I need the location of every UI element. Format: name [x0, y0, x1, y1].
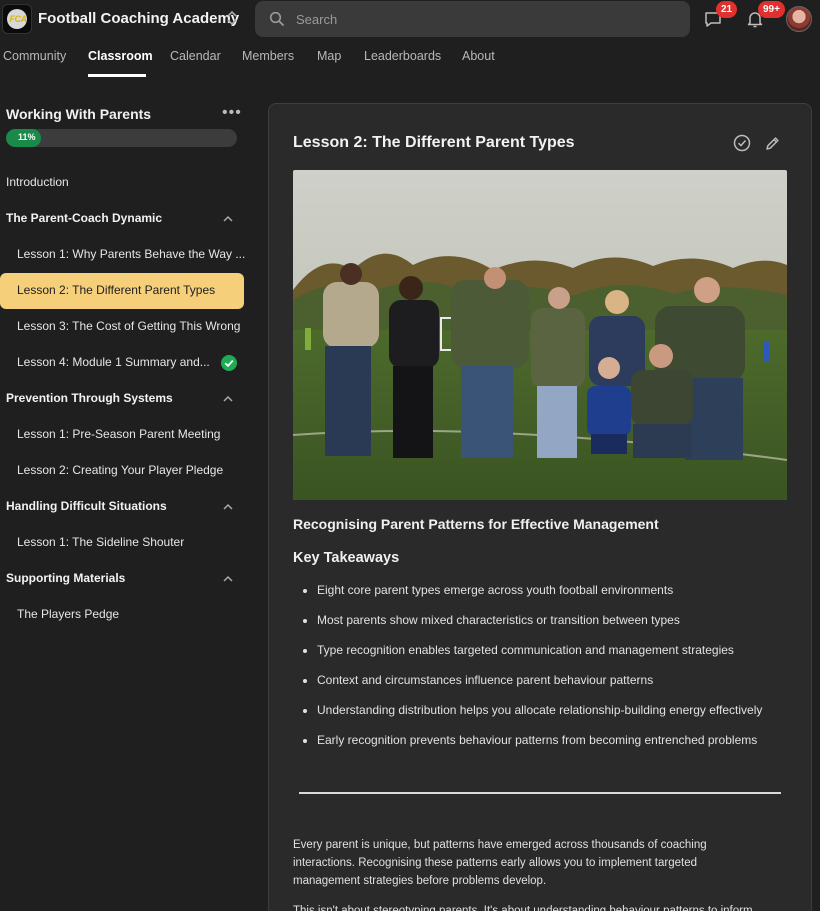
mark-complete-icon[interactable] — [733, 134, 751, 152]
takeaway-item: Type recognition enables targeted commun… — [303, 643, 734, 657]
tab-calendar[interactable]: Calendar — [170, 49, 221, 63]
lesson-subtitle: Recognising Parent Patterns for Effectiv… — [293, 516, 659, 532]
lesson-hero-image — [293, 170, 787, 500]
takeaway-item: Eight core parent types emerge across yo… — [302, 583, 674, 597]
lesson-paragraph: Every parent is unique, but patterns hav… — [293, 839, 707, 887]
sidebar-item-label: Lesson 3: The Cost of Getting This Wrong — [17, 319, 241, 333]
tab-community[interactable]: Community — [3, 49, 66, 63]
takeaway-item: Most parents show mixed characteristics … — [303, 613, 680, 627]
search-icon — [269, 11, 285, 27]
sidebar-item-label: Lesson 1: Pre-Season Parent Meeting — [17, 427, 221, 441]
section-label: The Parent-Coach Dynamic — [6, 211, 163, 225]
sidebar-item-lesson[interactable]: Lesson 2: Creating Your Player Pledge — [0, 453, 244, 489]
course-title: Working With Parents — [6, 106, 152, 122]
takeaway-item: Context and circumstances influence pare… — [302, 673, 654, 687]
section-parent-coach-dynamic[interactable]: The Parent-Coach Dynamic — [0, 201, 244, 237]
chat-count-badge: 21 — [716, 1, 738, 18]
sidebar-item-label: The Players Pedge — [17, 607, 120, 621]
chevron-up-icon[interactable] — [221, 212, 235, 226]
section-label: Supporting Materials — [6, 571, 126, 585]
sidebar-item-label: Introduction — [6, 175, 69, 189]
sidebar-item-lesson[interactable]: Lesson 1: The Sideline Shouter — [0, 525, 244, 561]
lesson-title: Lesson 2: The Different Parent Types — [293, 134, 575, 151]
lesson-paragraph: This isn't about stereotyping parents. I… — [293, 905, 753, 911]
sidebar-item-label: Lesson 2: The Different Parent Types — [17, 283, 216, 297]
sidebar-item-lesson[interactable]: Lesson 4: Module 1 Summary and... — [0, 345, 244, 381]
search-input[interactable] — [296, 1, 676, 37]
notification-count-badge: 99+ — [758, 1, 785, 18]
group-logo[interactable]: FCA — [2, 4, 32, 34]
tab-classroom[interactable]: Classroom — [88, 49, 153, 63]
sidebar-item-current-lesson[interactable]: Lesson 2: The Different Parent Types — [0, 273, 244, 309]
logo-text: FCA — [9, 14, 28, 24]
notifications-button[interactable]: 99+ — [745, 1, 785, 31]
chevron-up-icon[interactable] — [221, 572, 235, 586]
section-prevention-through-systems[interactable]: Prevention Through Systems — [0, 381, 244, 417]
completed-check-icon — [221, 355, 237, 371]
sidebar-item-label: Lesson 2: Creating Your Player Pledge — [17, 463, 224, 477]
active-tab-indicator — [88, 74, 146, 77]
section-supporting-materials[interactable]: Supporting Materials — [0, 561, 244, 597]
more-horizontal-icon[interactable]: ••• — [222, 104, 242, 122]
sidebar-item-lesson[interactable]: Lesson 3: The Cost of Getting This Wrong — [0, 309, 244, 345]
course-progress-bar: 11% — [6, 129, 237, 147]
section-label: Prevention Through Systems — [6, 391, 173, 405]
search-bar[interactable] — [255, 1, 690, 37]
takeaway-item: Early recognition prevents behaviour pat… — [302, 733, 758, 747]
takeaway-item: Understanding distribution helps you all… — [302, 703, 763, 717]
chat-button[interactable]: 21 — [703, 1, 738, 31]
top-bar: FCA Football Coaching Academy 21 99+ — [0, 0, 820, 38]
group-switcher-chevrons-icon[interactable] — [224, 9, 240, 29]
sidebar-item-lesson[interactable]: Lesson 1: Why Parents Behave the Way ... — [0, 237, 246, 273]
main-nav: Community Classroom Calendar Members Map… — [0, 38, 820, 78]
progress-percent: 11% — [18, 132, 36, 142]
user-avatar[interactable] — [786, 6, 812, 32]
section-divider — [299, 792, 781, 794]
tab-members[interactable]: Members — [242, 49, 294, 63]
sidebar-item-lesson[interactable]: Lesson 1: Pre-Season Parent Meeting — [0, 417, 244, 453]
sidebar-item-label: Lesson 1: The Sideline Shouter — [17, 535, 185, 549]
key-takeaways-heading: Key Takeaways — [293, 550, 400, 566]
chevron-up-icon[interactable] — [221, 500, 235, 514]
sidebar-item-label: Lesson 1: Why Parents Behave the Way ... — [17, 247, 246, 261]
chevron-up-icon[interactable] — [221, 392, 235, 406]
tab-leaderboards[interactable]: Leaderboards — [364, 49, 441, 63]
tab-map[interactable]: Map — [317, 49, 341, 63]
lesson-card: Lesson 2: The Different Parent Types Rec… — [268, 103, 812, 911]
section-handling-difficult-situations[interactable]: Handling Difficult Situations — [0, 489, 244, 525]
course-sidebar: Working With Parents ••• 11% Introductio… — [0, 94, 252, 911]
group-name[interactable]: Football Coaching Academy — [38, 10, 239, 27]
section-label: Handling Difficult Situations — [6, 499, 167, 513]
edit-pencil-icon[interactable] — [764, 135, 781, 152]
sidebar-item-introduction[interactable]: Introduction — [0, 165, 244, 201]
tab-about[interactable]: About — [462, 49, 495, 63]
sidebar-item-label: Lesson 4: Module 1 Summary and... — [17, 355, 210, 369]
sidebar-item-lesson[interactable]: The Players Pedge — [0, 597, 244, 633]
